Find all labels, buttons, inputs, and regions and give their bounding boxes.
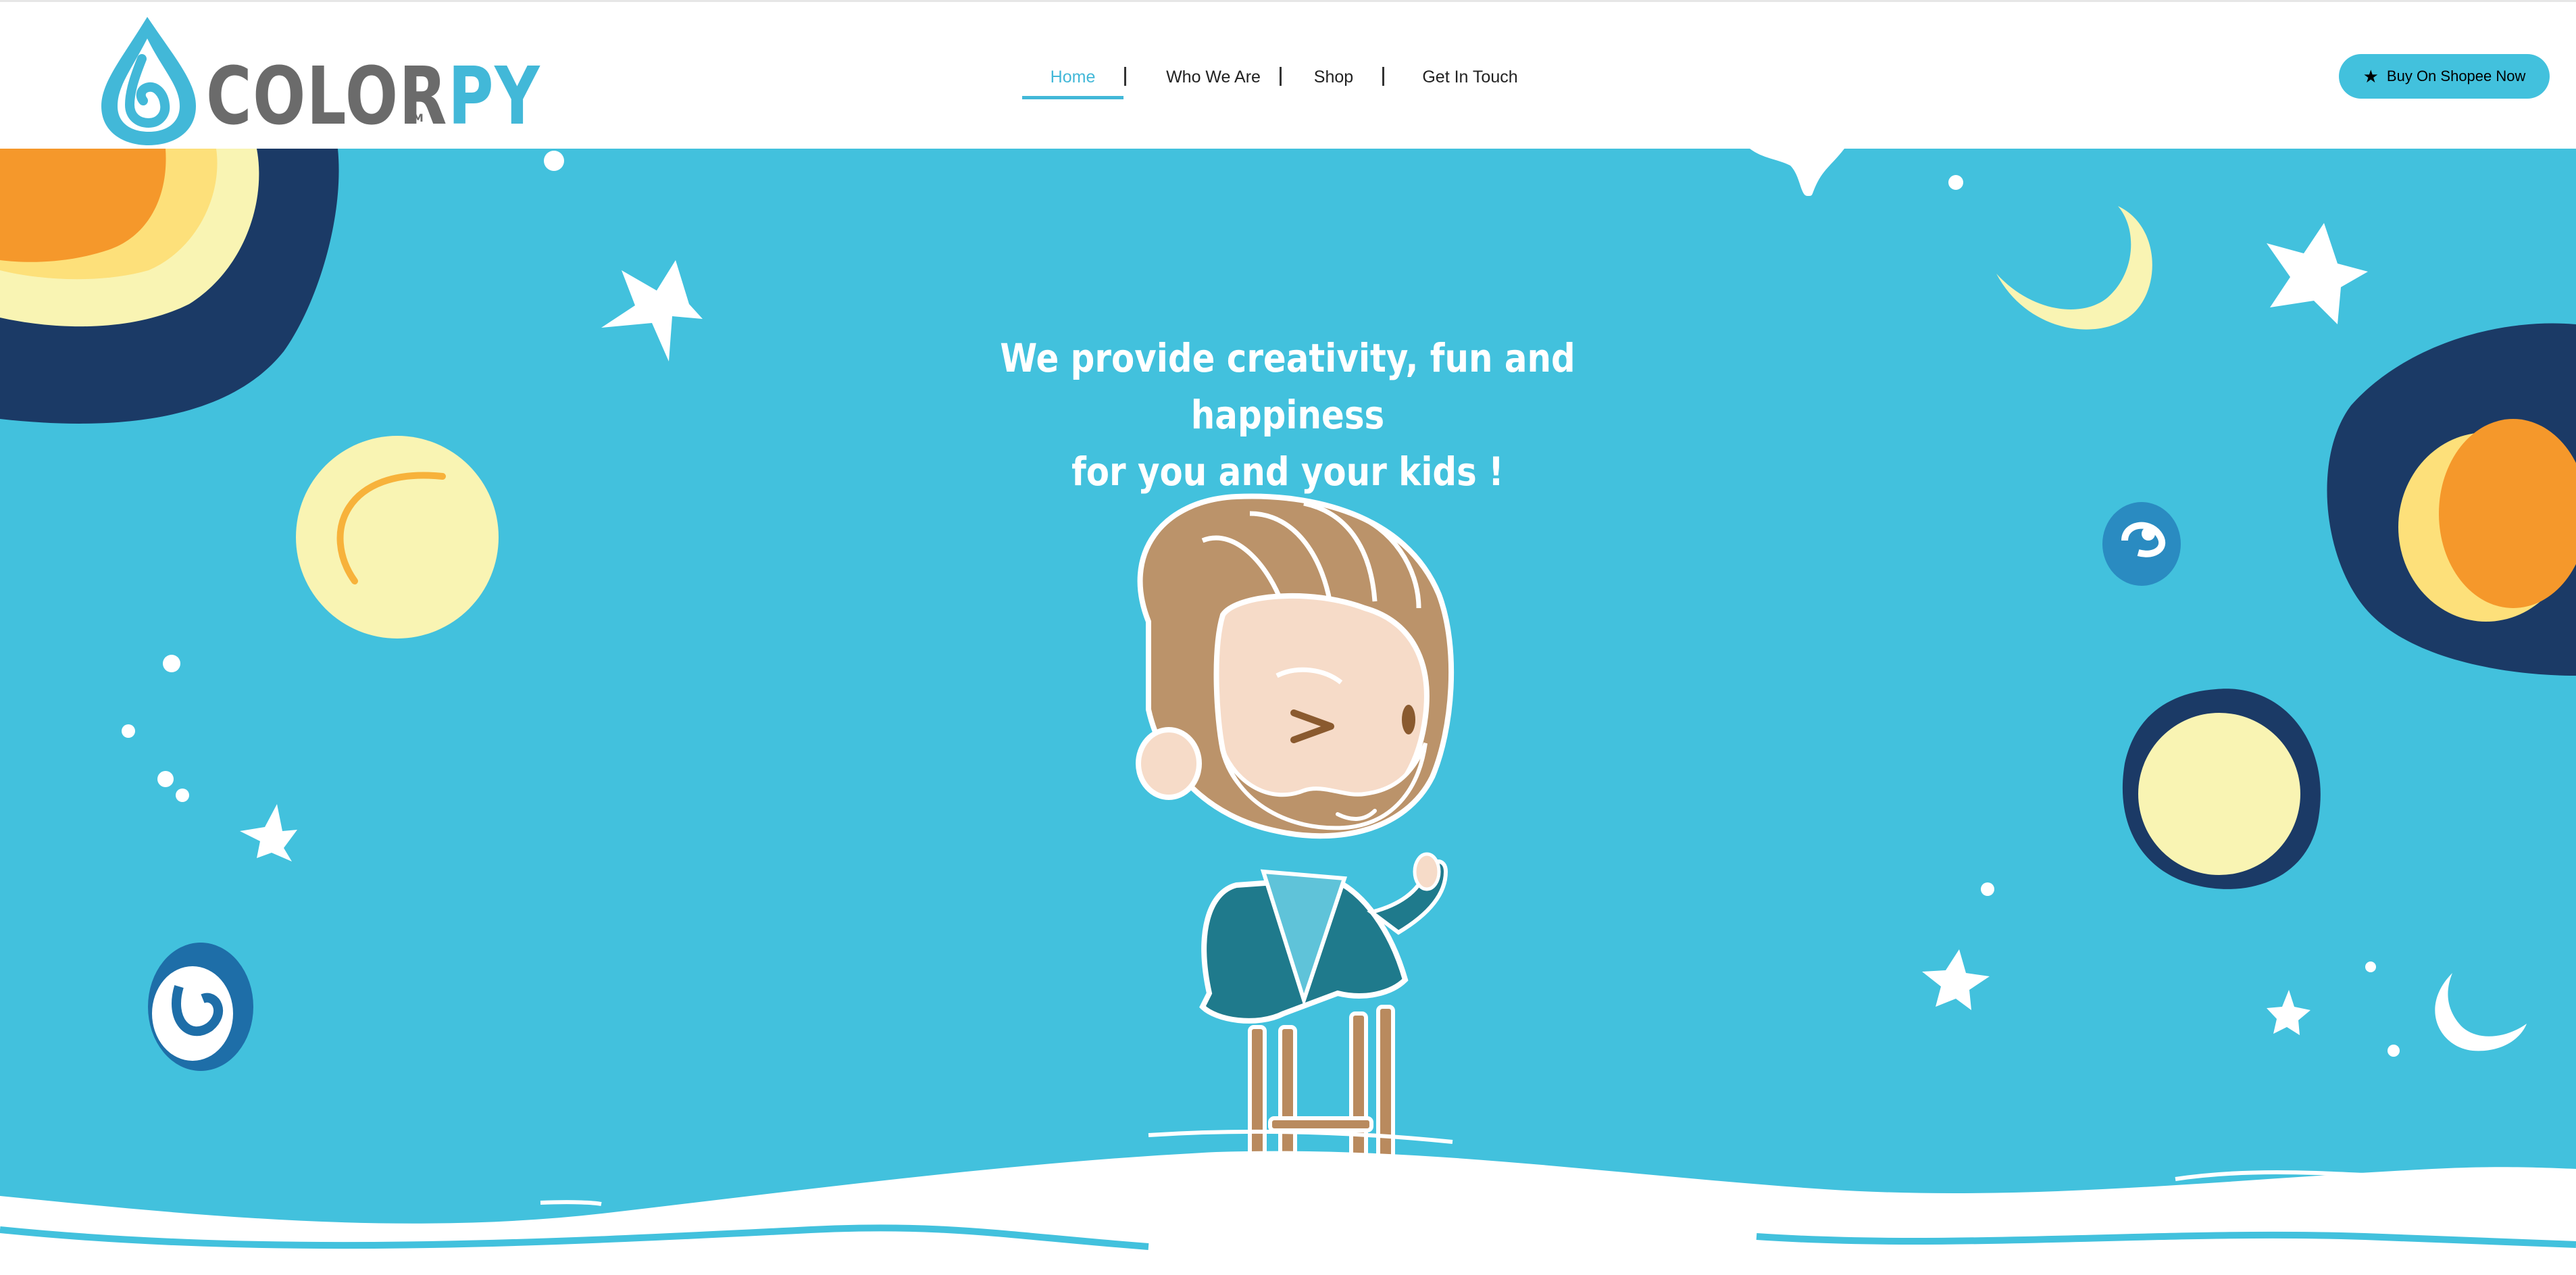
- nav-home[interactable]: Home: [1022, 59, 1123, 99]
- hero-tagline: We provide creativity, fun and happiness…: [939, 330, 1636, 500]
- nav-get-in-touch[interactable]: Get In Touch: [1399, 59, 1541, 99]
- nav-separator: [1280, 67, 1282, 86]
- star-icon: ★: [2363, 66, 2379, 86]
- buy-on-shopee-label: Buy On Shopee Now: [2386, 68, 2526, 84]
- tagline-line-2: for you and your kids !: [1071, 449, 1504, 495]
- planet-icon: [2122, 689, 2321, 889]
- planet-icon: [296, 436, 499, 639]
- brand-logo[interactable]: COLORPY TM: [95, 9, 540, 145]
- nav-separator: [1124, 67, 1126, 86]
- cloud-wave: [0, 1129, 2576, 1275]
- site-header: COLORPY TM Home Who We Are Shop Get In T…: [0, 0, 2576, 149]
- buy-on-shopee-button[interactable]: ★ Buy On Shopee Now: [2339, 54, 2550, 99]
- nav-who-we-are[interactable]: Who We Are: [1149, 59, 1278, 99]
- trademark-mark: TM: [405, 111, 424, 124]
- swirl-icon: [148, 943, 253, 1071]
- swirl-icon: [2102, 502, 2181, 586]
- tagline-line-1: We provide creativity, fun and happiness: [1000, 335, 1575, 438]
- moon-icon: [2435, 973, 2527, 1051]
- brand-wordmark: COLORPY: [206, 49, 541, 143]
- water-drop-icon: [101, 17, 196, 145]
- painter-character: [1136, 493, 1455, 1174]
- nav-separator: [1382, 67, 1384, 86]
- moon-icon: [1996, 206, 2152, 330]
- nav-shop[interactable]: Shop: [1296, 59, 1371, 99]
- cloud-drip: [1750, 149, 1844, 196]
- sun-icon: [0, 149, 339, 424]
- planet-icon: [2327, 323, 2576, 676]
- hero-illustration: [0, 149, 2576, 1275]
